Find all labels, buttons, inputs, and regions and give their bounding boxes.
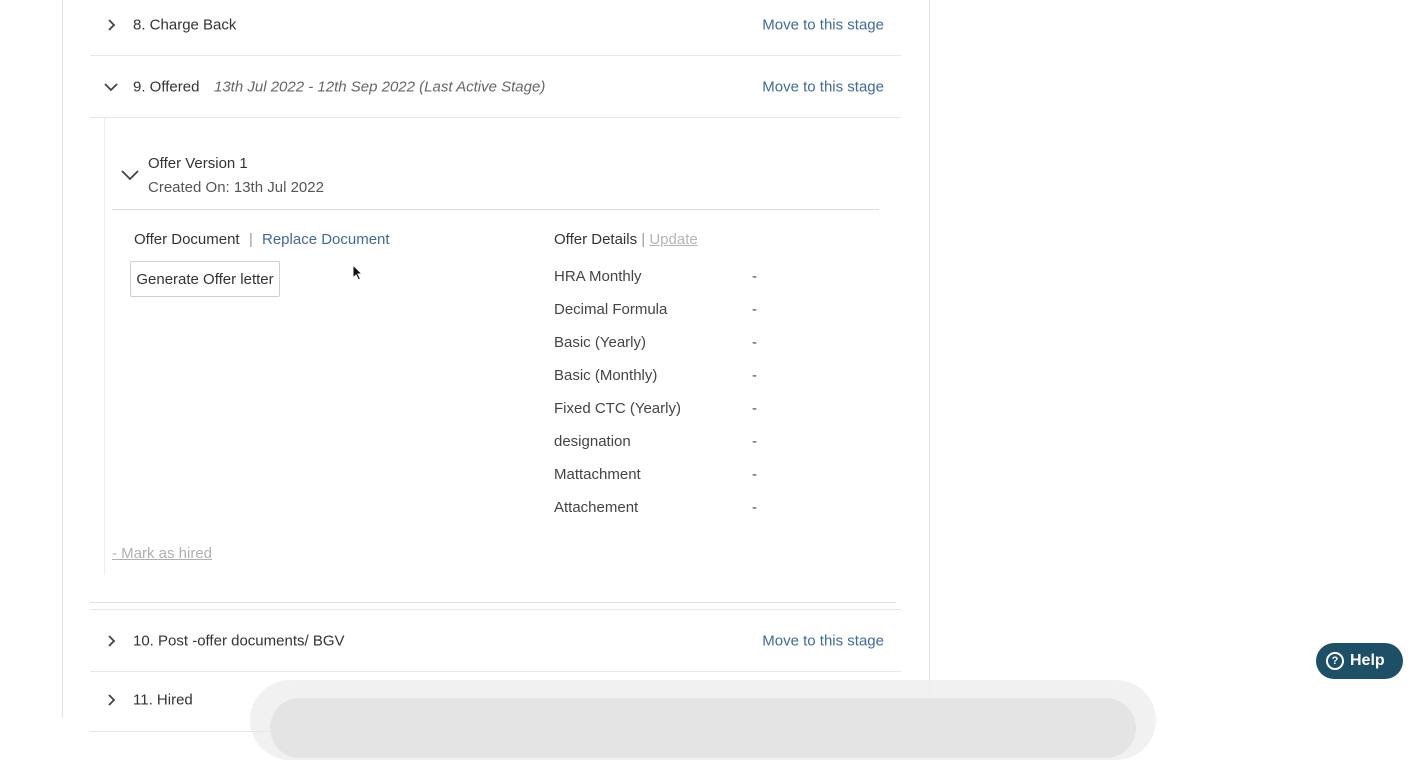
divider [112,209,879,210]
stage-row-offered[interactable]: 9. Offered 13th Jul 2022 - 12th Sep 2022… [90,57,901,118]
chevron-down-icon[interactable] [120,168,140,182]
chevron-right-icon[interactable] [104,693,118,707]
separator: | [641,231,646,248]
stage-name: 10. Post -offer documents/ BGV [133,632,345,649]
help-button[interactable]: ? Help [1316,643,1403,679]
stage-row-post-offer[interactable]: 10. Post -offer documents/ BGV Move to t… [90,609,901,672]
stage-row-hired[interactable]: 11. Hired [90,671,901,732]
mark-as-hired-link[interactable]: - Mark as hired [112,545,212,562]
field-value: - [752,433,757,450]
mouse-cursor-icon [352,264,364,281]
field-label-decimal-formula: Decimal Formula [554,301,668,318]
stage-name: 11. Hired [133,691,193,709]
offer-details-label: Offer Details [554,231,638,248]
chevron-right-icon[interactable] [104,634,118,648]
stage-row-charge-back[interactable]: 8. Charge Back Move to this stage [90,0,901,56]
question-circle-icon: ? [1326,652,1344,670]
move-to-stage-link[interactable]: Move to this stage [762,79,884,96]
field-value: - [752,466,757,483]
field-value: - [752,268,757,285]
chevron-down-icon[interactable] [104,80,118,94]
field-label-basic-yearly: Basic (Yearly) [554,334,646,351]
field-label-fixed-ctc-yearly: Fixed CTC (Yearly) [554,400,681,417]
generate-offer-letter-button[interactable]: Generate Offer letter [130,261,280,297]
divider [90,602,896,603]
offer-details-header: Offer Details | Update [554,231,698,248]
replace-document-link[interactable]: Replace Document [262,231,390,248]
stage-name: 8. Charge Back [133,16,237,34]
field-label-mattachment: Mattachment [554,466,641,483]
stage-name: 9. Offered [133,78,200,96]
field-value: - [752,301,757,318]
field-label-attachement: Attachement [554,499,639,516]
offer-document-label: Offer Document [134,231,240,248]
field-value: - [752,334,757,351]
help-label: Help [1350,652,1385,669]
field-value: - [752,499,757,516]
field-label-designation: designation [554,433,631,450]
stage-dates: 13th Jul 2022 - 12th Sep 2022 (Last Acti… [214,78,546,96]
offer-version-title: Offer Version 1 [148,155,248,172]
move-to-stage-link[interactable]: Move to this stage [762,17,884,34]
separator: | [249,231,253,248]
move-to-stage-link[interactable]: Move to this stage [762,632,884,649]
field-value: - [752,367,757,384]
update-link[interactable]: Update [649,231,697,248]
field-label-basic-monthly: Basic (Monthly) [554,367,658,384]
chevron-right-icon[interactable] [104,18,118,32]
field-label-hra-monthly: HRA Monthly [554,268,642,285]
field-value: - [752,400,757,417]
offer-created-on: Created On: 13th Jul 2022 [148,179,324,196]
